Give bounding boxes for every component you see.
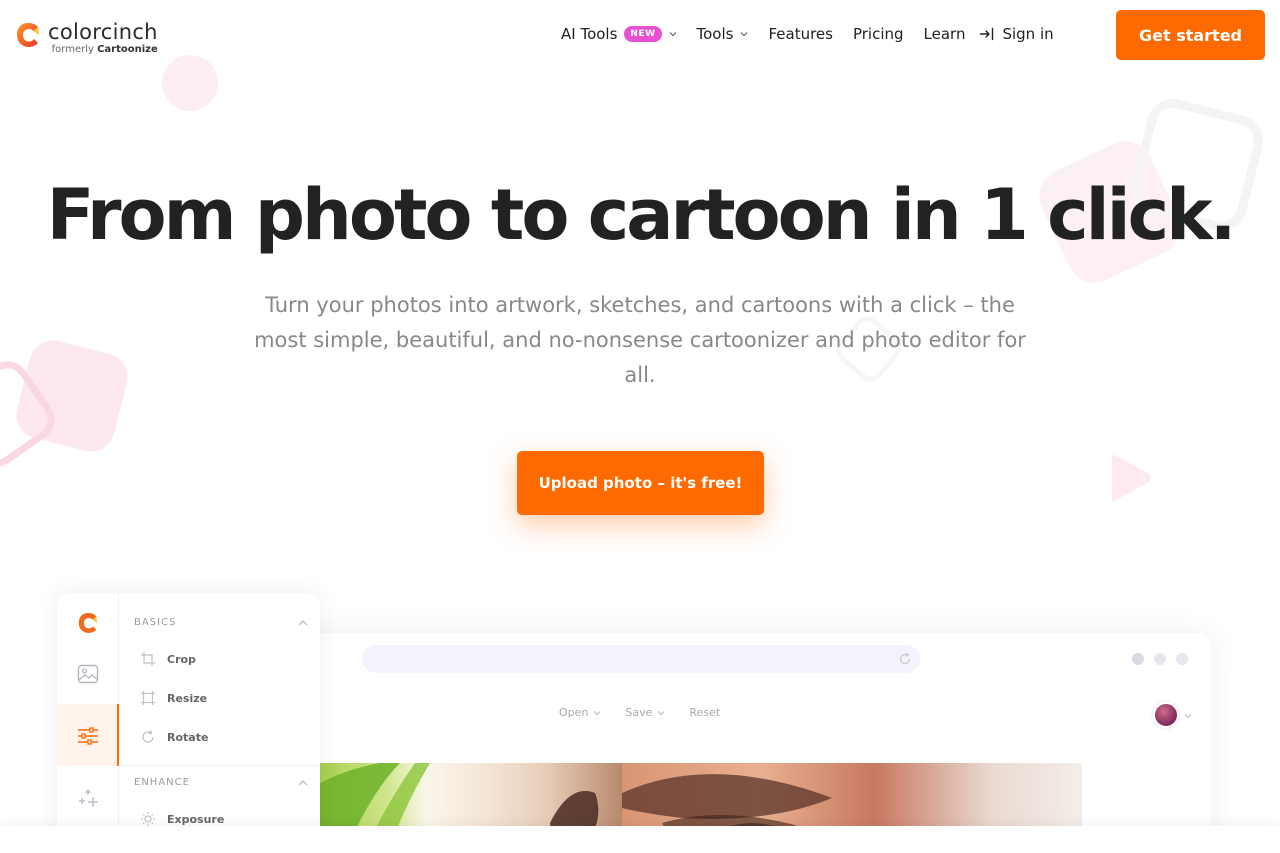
panel-item-exposure[interactable]: Exposure: [141, 812, 224, 826]
decor-pink-triangle: [1111, 455, 1151, 501]
chevron-down-icon: [1184, 714, 1192, 719]
image-icon[interactable]: [77, 664, 99, 684]
sign-in-label: Sign in: [1002, 25, 1054, 43]
resize-icon: [141, 691, 155, 705]
mockup-save-menu[interactable]: Save: [625, 706, 665, 719]
chevron-down-icon: [669, 32, 676, 37]
site-header: colorcinch formerly Cartoonize AI Tools …: [0, 0, 1280, 70]
panel-item-resize[interactable]: Resize: [141, 691, 207, 705]
sun-icon: [141, 812, 155, 826]
nav-ai-tools[interactable]: AI Tools NEW: [561, 25, 677, 43]
editor-mockup-window: Open Save Reset: [300, 633, 1211, 853]
hero-subtitle: Turn your photos into artwork, sketches,…: [254, 293, 1026, 387]
mockup-toolbar: Open Save Reset: [559, 706, 744, 719]
upload-photo-button[interactable]: Upload photo – it's free!: [517, 451, 764, 515]
sparkle-icon[interactable]: [77, 787, 99, 809]
nav-tools-label: Tools: [696, 25, 734, 43]
mockup-adjust-panel: BASICS Crop Resize Rotate ENHANCE Exposu…: [119, 593, 320, 853]
crop-icon: [141, 652, 155, 666]
chevron-down-icon: [594, 710, 601, 715]
main-nav: AI Tools NEW Tools Features Pricing Lear…: [561, 25, 1054, 43]
new-badge: NEW: [624, 26, 662, 42]
panel-item-rotate[interactable]: Rotate: [141, 730, 208, 744]
hero-title: From photo to cartoon in 1 click.: [46, 174, 1237, 256]
mockup-open-menu[interactable]: Open: [559, 706, 601, 719]
mockup-url-bar: [362, 645, 920, 673]
nav-ai-tools-label: AI Tools: [561, 25, 618, 43]
chevron-up-icon[interactable]: [298, 779, 308, 787]
nav-pricing[interactable]: Pricing: [853, 25, 904, 43]
mockup-reset-button[interactable]: Reset: [689, 706, 720, 719]
nav-learn[interactable]: Learn: [924, 25, 966, 43]
sign-in-link[interactable]: Sign in: [979, 25, 1054, 43]
panel-item-crop[interactable]: Crop: [141, 652, 196, 666]
brand-formerly: formerly Cartoonize: [51, 44, 158, 55]
section-divider: [119, 765, 320, 766]
sliders-icon[interactable]: [77, 727, 99, 745]
chevron-up-icon[interactable]: [298, 619, 308, 627]
chevron-down-icon: [741, 32, 748, 37]
section-heading-enhance: ENHANCE: [134, 777, 190, 788]
section-heading-basics: BASICS: [134, 617, 177, 628]
brand-logo[interactable]: colorcinch formerly Cartoonize: [16, 20, 158, 55]
logo-icon: [78, 613, 98, 633]
page-bottom-edge: [0, 826, 1280, 853]
nav-features[interactable]: Features: [768, 25, 833, 43]
avatar[interactable]: [1153, 702, 1179, 728]
mockup-icon-rail: [57, 593, 119, 853]
window-dots: [1132, 653, 1198, 665]
rotate-icon: [142, 730, 154, 743]
reload-icon: [899, 652, 911, 665]
sign-in-icon: [980, 27, 994, 41]
chevron-down-icon: [658, 710, 665, 715]
brand-name: colorcinch: [48, 20, 158, 44]
editor-mockup-sidebar: BASICS Crop Resize Rotate ENHANCE Exposu…: [57, 593, 320, 853]
get-started-button[interactable]: Get started: [1116, 10, 1265, 60]
logo-icon: [17, 23, 39, 47]
nav-tools[interactable]: Tools: [697, 25, 749, 43]
